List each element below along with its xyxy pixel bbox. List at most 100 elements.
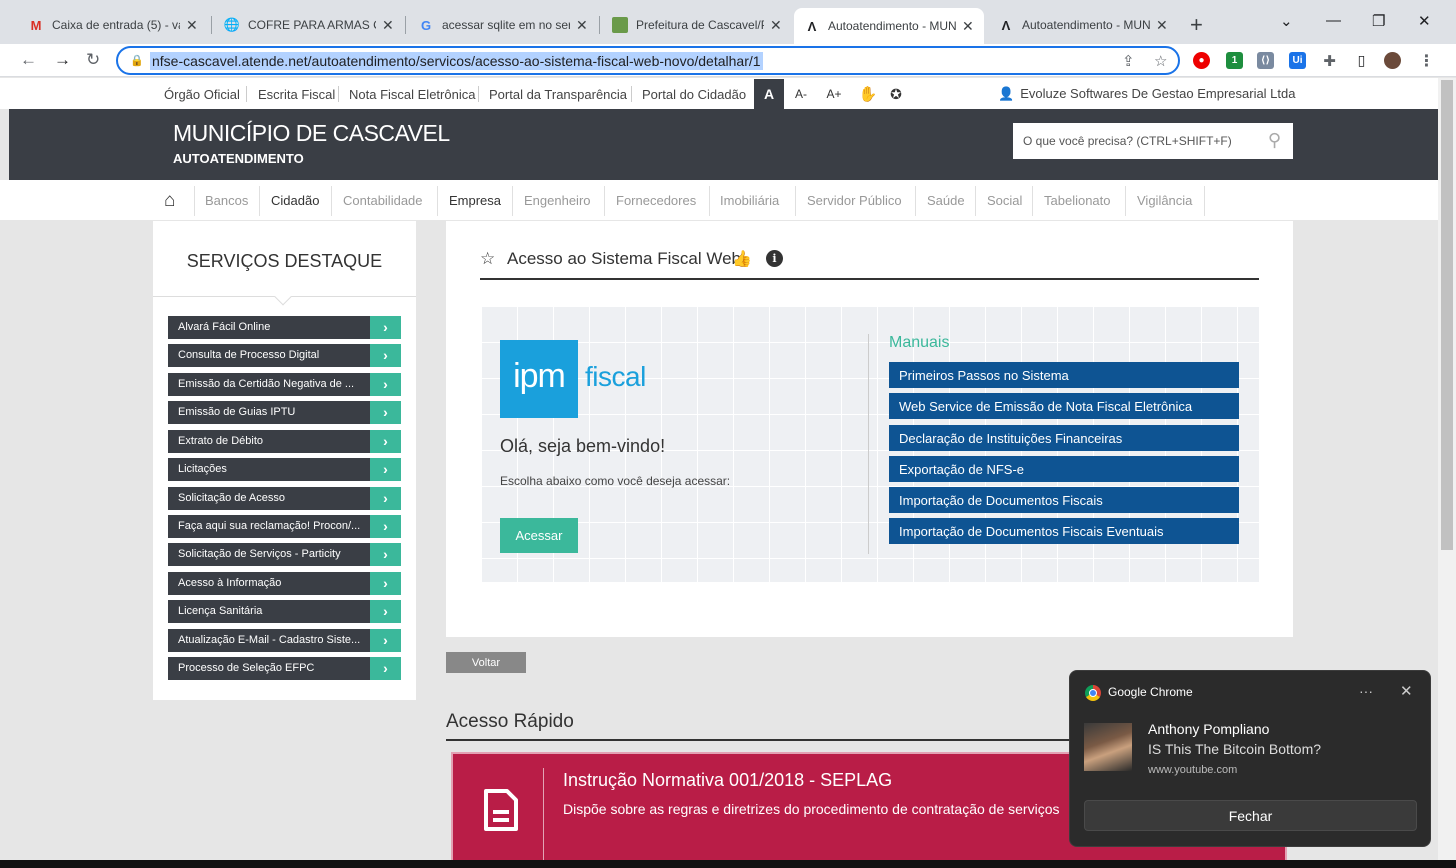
home-icon[interactable]: ⌂ [164, 190, 175, 212]
chevron-right-icon[interactable]: › [370, 344, 401, 367]
sign-language-icon[interactable]: ✋ [853, 79, 883, 109]
company-name[interactable]: 👤 Evoluze Softwares De Gestao Empresarial… [998, 86, 1296, 102]
category-contabilidade[interactable]: Contabilidade [343, 193, 423, 208]
service-guias-iptu[interactable]: Emissão de Guias IPTU › [168, 401, 401, 424]
favorite-star-icon[interactable]: ☆ [480, 249, 495, 269]
manual-importacao-eventuais[interactable]: Importação de Documentos Fiscais Eventua… [889, 518, 1239, 544]
chrome-menu-icon[interactable]: ⋮ [1418, 52, 1435, 70]
category-bancos[interactable]: Bancos [205, 193, 248, 208]
category-vigilancia[interactable]: Vigilância [1137, 193, 1192, 208]
close-tab-icon[interactable]: ✕ [382, 17, 394, 34]
accessibility-icon[interactable]: ✪ [881, 79, 911, 109]
browser-tab-autoatendimento-active[interactable]: Λ Autoatendimento - MUN ✕ [794, 8, 984, 44]
toplink-escrita-fiscal[interactable]: Escrita Fiscal [258, 87, 335, 102]
service-particity[interactable]: Solicitação de Serviços - Particity › [168, 543, 401, 566]
category-saude[interactable]: Saúde [927, 193, 965, 208]
font-decrease-button[interactable]: A- [786, 79, 816, 109]
category-fornecedores[interactable]: Fornecedores [616, 193, 696, 208]
chevron-right-icon[interactable]: › [370, 430, 401, 453]
chrome-notification[interactable]: Google Chrome ··· ✕ Anthony Pompliano IS… [1069, 670, 1431, 847]
chevron-right-icon[interactable]: › [370, 657, 401, 680]
chevron-right-icon[interactable]: › [370, 458, 401, 481]
profile-avatar[interactable] [1384, 52, 1401, 69]
service-procon[interactable]: Faça aqui sua reclamação! Procon/... › [168, 515, 401, 538]
category-social[interactable]: Social [987, 193, 1022, 208]
url-text[interactable]: nfse-cascavel.atende.net/autoatendimento… [150, 52, 763, 70]
bookmark-star-icon[interactable]: ☆ [1154, 52, 1167, 70]
browser-tab-prefeitura[interactable]: Prefeitura de Cascavel/P ✕ [602, 8, 792, 42]
service-alvara[interactable]: Alvará Fácil Online › [168, 316, 401, 339]
restore-icon[interactable]: ❐ [1372, 12, 1385, 30]
adblock-extension-icon[interactable]: ● [1193, 52, 1210, 69]
chevron-right-icon[interactable]: › [370, 316, 401, 339]
close-icon[interactable]: ✕ [1400, 682, 1413, 700]
chevron-right-icon[interactable]: › [370, 629, 401, 652]
chevron-right-icon[interactable]: › [370, 572, 401, 595]
search-icon[interactable]: ⚲ [1268, 130, 1281, 151]
close-tab-icon[interactable]: ✕ [576, 17, 588, 34]
municipality-title[interactable]: MUNICÍPIO DE CASCAVEL [173, 120, 450, 147]
close-tab-icon[interactable]: ✕ [1156, 17, 1168, 34]
service-certidao-negativa[interactable]: Emissão da Certidão Negativa de ... › [168, 373, 401, 396]
extensions-puzzle-icon[interactable]: ✚ [1321, 52, 1338, 70]
reload-icon[interactable]: ↻ [86, 50, 100, 70]
chevron-right-icon[interactable]: › [370, 515, 401, 538]
font-increase-button[interactable]: A+ [819, 79, 849, 109]
chevron-right-icon[interactable]: › [370, 373, 401, 396]
close-notification-button[interactable]: Fechar [1084, 800, 1417, 831]
new-tab-icon[interactable]: + [1190, 12, 1203, 38]
close-tab-icon[interactable]: ✕ [770, 17, 782, 34]
back-icon[interactable]: ← [20, 50, 37, 70]
scrollbar-thumb[interactable] [1441, 80, 1453, 550]
service-acesso-informacao[interactable]: Acesso à Informação › [168, 572, 401, 595]
manual-instituicoes-financeiras[interactable]: Declaração de Instituições Financeiras [889, 425, 1239, 451]
address-bar[interactable]: 🔒 nfse-cascavel.atende.net/autoatendimen… [116, 46, 1180, 75]
service-selecao-efpc[interactable]: Processo de Seleção EFPC › [168, 657, 401, 680]
toplink-transparencia[interactable]: Portal da Transparência [489, 87, 627, 102]
toplink-nota-fiscal[interactable]: Nota Fiscal Eletrônica [349, 87, 475, 102]
forward-icon[interactable]: → [54, 50, 71, 70]
side-panel-icon[interactable]: ▯ [1353, 52, 1370, 69]
service-atualizacao-email[interactable]: Atualização E-Mail - Cadastro Siste... › [168, 629, 401, 652]
chevron-right-icon[interactable]: › [370, 401, 401, 424]
back-button[interactable]: Voltar [446, 652, 526, 673]
toplink-orgao-oficial[interactable]: Órgão Oficial [164, 87, 240, 102]
access-button[interactable]: Acessar [500, 518, 578, 553]
more-options-icon[interactable]: ··· [1359, 683, 1373, 699]
chevron-right-icon[interactable]: › [370, 487, 401, 510]
info-icon[interactable]: i [766, 250, 783, 267]
close-window-icon[interactable]: ✕ [1418, 12, 1431, 30]
category-engenheiro[interactable]: Engenheiro [524, 193, 591, 208]
category-servidor-publico[interactable]: Servidor Público [807, 193, 902, 208]
service-consulta-processo[interactable]: Consulta de Processo Digital › [168, 344, 401, 367]
thumbs-up-icon[interactable]: 👍 [732, 249, 752, 269]
code-extension-icon[interactable]: ⟨⟩ [1257, 52, 1274, 69]
chevron-right-icon[interactable]: › [370, 543, 401, 566]
browser-tab-autoatendimento[interactable]: Λ Autoatendimento - MUN ✕ [988, 8, 1178, 42]
category-imobiliaria[interactable]: Imobiliária [720, 193, 779, 208]
search-input[interactable]: O que você precisa? (CTRL+SHIFT+F) ⚲ [1013, 123, 1293, 159]
font-normal-button[interactable]: A [754, 79, 784, 109]
service-licitacoes[interactable]: Licitações › [168, 458, 401, 481]
service-solicitacao-acesso[interactable]: Solicitação de Acesso › [168, 487, 401, 510]
minimize-icon[interactable]: — [1326, 12, 1341, 29]
manual-web-service[interactable]: Web Service de Emissão de Nota Fiscal El… [889, 393, 1239, 419]
chevron-right-icon[interactable]: › [370, 600, 401, 623]
browser-tab-gmail[interactable]: M Caixa de entrada (5) - va ✕ [18, 8, 208, 42]
service-extrato-debito[interactable]: Extrato de Débito › [168, 430, 401, 453]
service-licenca-sanitaria[interactable]: Licença Sanitária › [168, 600, 401, 623]
category-empresa[interactable]: Empresa [449, 193, 501, 208]
browser-tab-google[interactable]: G acessar sqlite em no serv ✕ [408, 8, 598, 42]
category-cidadao[interactable]: Cidadão [271, 193, 319, 208]
ui-extension-icon[interactable]: Ui [1289, 52, 1306, 69]
manual-exportacao-nfse[interactable]: Exportação de NFS-e [889, 456, 1239, 482]
manual-importacao-documentos[interactable]: Importação de Documentos Fiscais [889, 487, 1239, 513]
manual-primeiros-passos[interactable]: Primeiros Passos no Sistema [889, 362, 1239, 388]
toplink-portal-cidadao[interactable]: Portal do Cidadão [642, 87, 746, 102]
tab-search-icon[interactable]: ⌄ [1280, 12, 1293, 30]
browser-tab-cofre[interactable]: 🌐 COFRE PARA ARMAS CU ✕ [214, 8, 404, 42]
close-tab-icon[interactable]: ✕ [962, 18, 974, 35]
lock-icon[interactable]: 🔒 [130, 54, 144, 67]
share-icon[interactable]: ⇪ [1122, 52, 1135, 70]
close-tab-icon[interactable]: ✕ [186, 17, 198, 34]
